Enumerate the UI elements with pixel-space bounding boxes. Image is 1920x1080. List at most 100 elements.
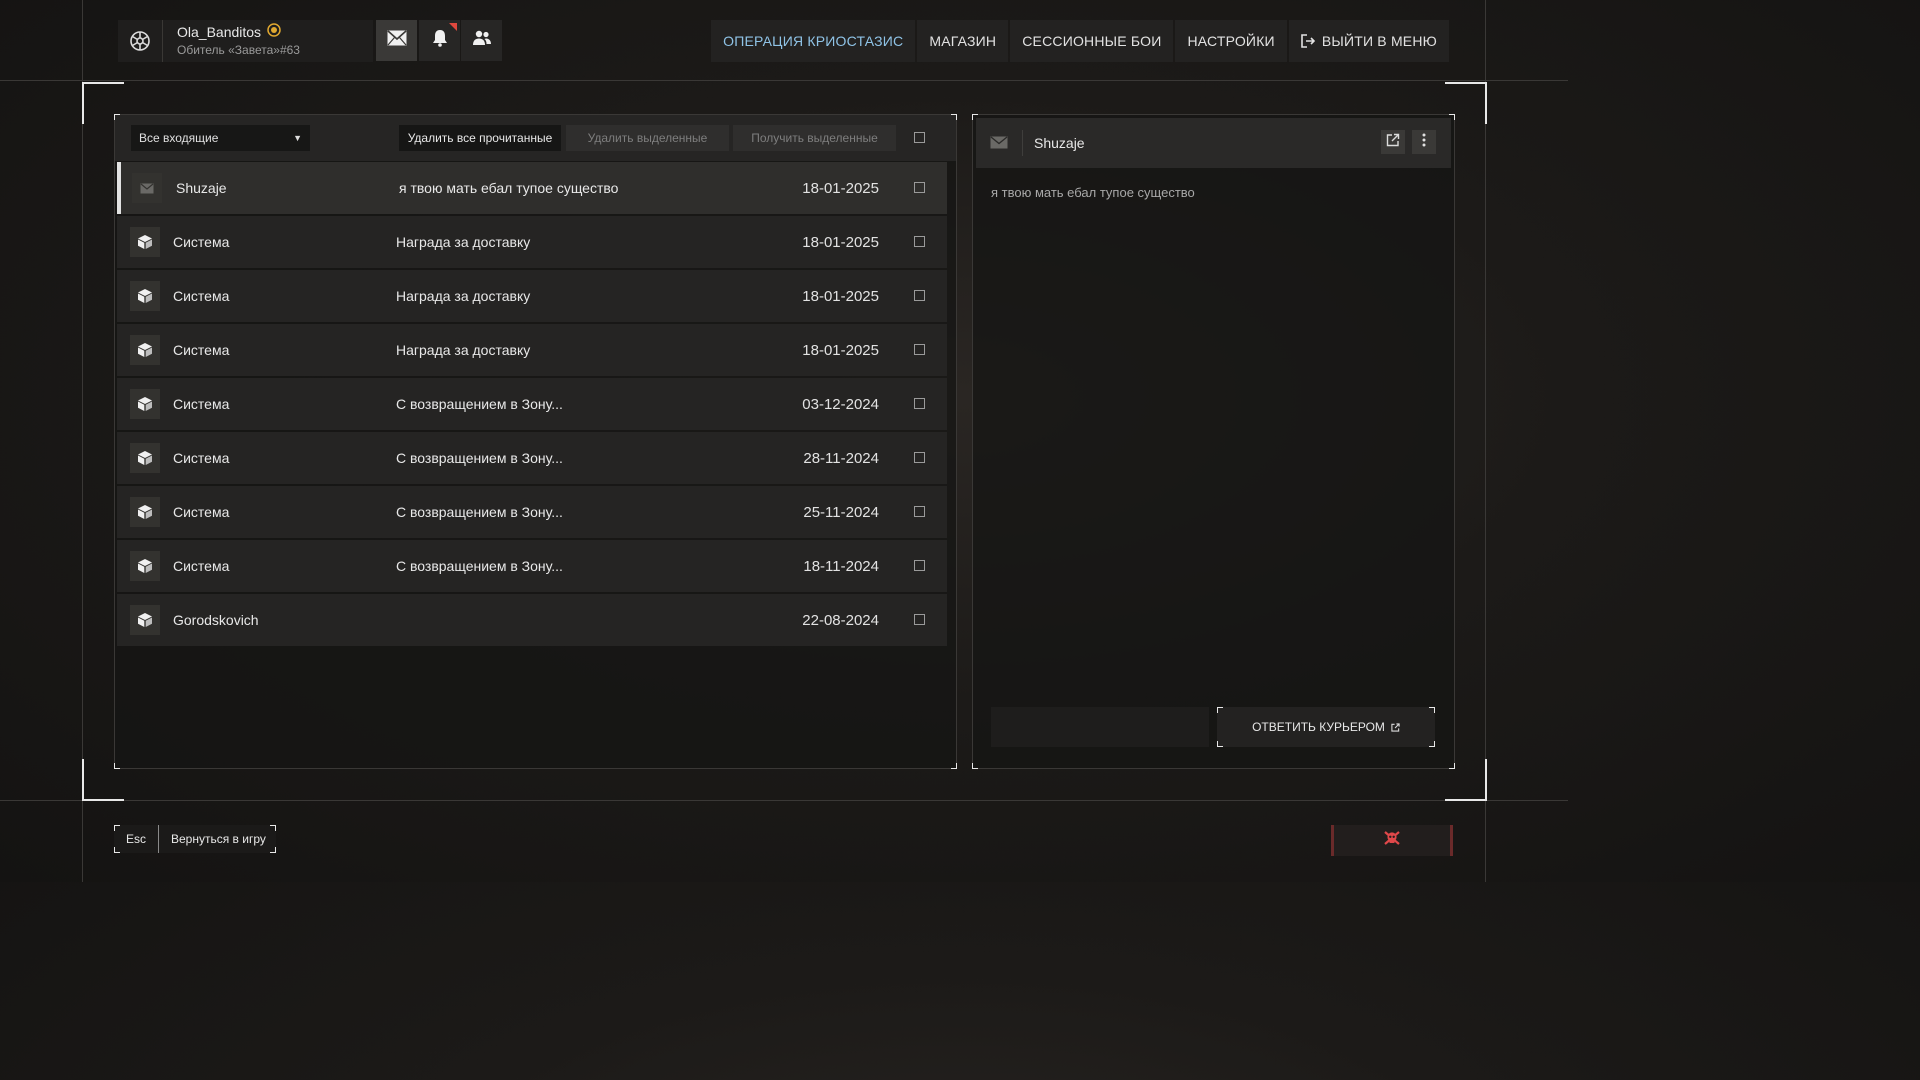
- receive-selected-button[interactable]: Получить выделенные: [733, 125, 896, 151]
- message-subject: С возвращением в Зону...: [396, 558, 563, 574]
- panel-corner: [951, 763, 957, 769]
- friends-button[interactable]: [461, 20, 502, 61]
- faction-logo-icon: [118, 20, 163, 62]
- message-checkbox[interactable]: [914, 182, 925, 193]
- message-checkbox[interactable]: [914, 506, 925, 517]
- message-sender: Система: [173, 450, 230, 466]
- box-icon: [130, 551, 160, 581]
- message-date: 18-01-2025: [802, 341, 879, 359]
- message-subject: С возвращением в Зону...: [396, 450, 563, 466]
- message-date: 03-12-2024: [802, 395, 879, 413]
- open-external-button[interactable]: [1381, 130, 1405, 154]
- external-link-icon: [1386, 133, 1400, 152]
- box-icon: [130, 227, 160, 257]
- button-corner: [270, 825, 276, 831]
- message-sender: Система: [173, 342, 230, 358]
- message-body: я твою мать ебал тупое существо: [991, 185, 1195, 200]
- message-sender: Система: [173, 396, 230, 412]
- rank-badge-icon: [267, 23, 281, 41]
- nav-session-battles[interactable]: СЕССИОННЫЕ БОИ: [1010, 20, 1174, 62]
- skull-crossbones-icon: [1383, 830, 1401, 851]
- button-corner: [1217, 707, 1223, 713]
- message-subject: С возвращением в Зону...: [396, 396, 563, 412]
- message-date: 22-08-2024: [802, 611, 879, 629]
- top-navigation: ОПЕРАЦИЯ КРИОСТАЗИС МАГАЗИН СЕССИОННЫЕ Б…: [711, 20, 1449, 62]
- chevron-down-icon: ▼: [293, 133, 302, 143]
- message-date: 18-11-2024: [803, 557, 879, 575]
- reply-area: [991, 707, 1209, 747]
- inbox-filter-value: Все входящие: [139, 131, 219, 145]
- nav-settings[interactable]: НАСТРОЙКИ: [1175, 20, 1287, 62]
- player-profile[interactable]: Ola_Banditos Обитель «Завета»#63: [118, 20, 373, 62]
- message-checkbox[interactable]: [914, 344, 925, 355]
- message-reader-panel: Shuzaje я твою мать ебал тупое существо …: [972, 114, 1455, 769]
- button-corner: [270, 847, 276, 853]
- box-icon: [130, 335, 160, 365]
- message-row[interactable]: Система Награда за доставку 18-01-2025: [117, 216, 947, 268]
- frame-line: [0, 80, 1568, 81]
- message-checkbox[interactable]: [914, 560, 925, 571]
- bell-icon: [432, 29, 448, 52]
- reply-courier-button[interactable]: ОТВЕТИТЬ КУРЬЕРОМ: [1217, 707, 1435, 747]
- box-icon: [130, 497, 160, 527]
- panel-corner: [114, 763, 120, 769]
- message-date: 28-11-2024: [803, 449, 879, 467]
- message-checkbox[interactable]: [914, 398, 925, 409]
- esc-key-label: Esc: [114, 825, 159, 853]
- reader-header: Shuzaje: [976, 118, 1451, 168]
- frame-line: [0, 800, 1568, 801]
- message-subject: Награда за доставку: [396, 342, 531, 358]
- message-subject: я твою мать ебал тупое существо: [399, 180, 619, 196]
- inbox-panel: Все входящие ▼ Удалить все прочитанные У…: [114, 114, 957, 769]
- message-row[interactable]: Система С возвращением в Зону... 03-12-2…: [117, 378, 947, 430]
- box-icon: [130, 443, 160, 473]
- message-checkbox[interactable]: [914, 452, 925, 463]
- mail-button[interactable]: [376, 20, 417, 61]
- inbox-toolbar: Все входящие ▼ Удалить все прочитанные У…: [115, 115, 956, 161]
- frame-line: [1485, 0, 1486, 882]
- message-sender: Система: [173, 504, 230, 520]
- delete-read-button[interactable]: Удалить все прочитанные: [399, 125, 561, 151]
- message-row[interactable]: Система С возвращением в Зону... 28-11-2…: [117, 432, 947, 484]
- nav-exit-label: ВЫЙТИ В МЕНЮ: [1321, 33, 1437, 49]
- panel-corner: [972, 763, 978, 769]
- message-subject: С возвращением в Зону...: [396, 504, 563, 520]
- message-row[interactable]: Gorodskovich 22-08-2024: [117, 594, 947, 646]
- message-sender: Shuzaje: [176, 180, 227, 196]
- faction-label: Обитель «Завета»#63: [177, 43, 300, 57]
- notifications-button[interactable]: [419, 20, 460, 61]
- more-options-button[interactable]: [1412, 130, 1436, 154]
- nav-shop[interactable]: МАГАЗИН: [917, 20, 1009, 62]
- message-checkbox[interactable]: [914, 614, 925, 625]
- nav-exit-to-menu[interactable]: ВЫЙТИ В МЕНЮ: [1288, 20, 1449, 62]
- notification-indicator: [449, 23, 457, 31]
- message-row[interactable]: Система С возвращением в Зону... 18-11-2…: [117, 540, 947, 592]
- username: Ola_Banditos: [177, 24, 262, 40]
- nav-operation-kriostazis[interactable]: ОПЕРАЦИЯ КРИОСТАЗИС: [711, 20, 916, 62]
- external-link-icon: [1391, 722, 1400, 732]
- message-checkbox[interactable]: [914, 290, 925, 301]
- envelope-icon: [990, 136, 1008, 154]
- message-row[interactable]: Система С возвращением в Зону... 25-11-2…: [117, 486, 947, 538]
- inbox-filter-select[interactable]: Все входящие ▼: [131, 125, 310, 151]
- message-subject: Награда за доставку: [396, 288, 531, 304]
- danger-skull-button[interactable]: [1331, 825, 1453, 856]
- message-sender: Система: [173, 558, 230, 574]
- users-icon: [472, 30, 492, 51]
- back-to-game-button[interactable]: Esc Вернуться в игру: [114, 825, 276, 853]
- delete-selected-button[interactable]: Удалить выделенные: [566, 125, 729, 151]
- message-sender: Система: [173, 234, 230, 250]
- envelope-icon: [132, 173, 162, 203]
- select-all-checkbox[interactable]: [914, 132, 925, 143]
- message-row[interactable]: Shuzaje я твою мать ебал тупое существо …: [117, 162, 947, 214]
- message-checkbox[interactable]: [914, 236, 925, 247]
- message-date: 25-11-2024: [803, 503, 879, 521]
- box-icon: [130, 389, 160, 419]
- message-date: 18-01-2025: [802, 179, 879, 197]
- divider: [1022, 130, 1023, 156]
- message-row[interactable]: Система Награда за доставку 18-01-2025: [117, 270, 947, 322]
- message-row[interactable]: Система Награда за доставку 18-01-2025: [117, 324, 947, 376]
- button-corner: [114, 825, 120, 831]
- button-corner: [1429, 741, 1435, 747]
- button-corner: [1217, 741, 1223, 747]
